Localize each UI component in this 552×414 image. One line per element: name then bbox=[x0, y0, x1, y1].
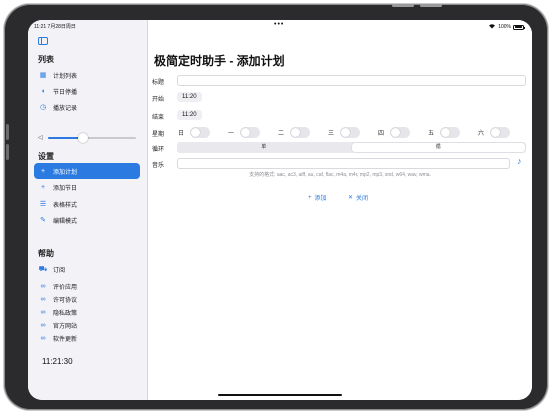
title-input[interactable] bbox=[177, 75, 526, 86]
loop-label: 循环 bbox=[152, 147, 165, 153]
plus-icon: + bbox=[308, 194, 312, 201]
music-note-icon[interactable]: ♪ bbox=[517, 156, 522, 166]
weekday-label: 星期 bbox=[152, 132, 165, 138]
sidebar-item-play-history[interactable]: ◷ 播放记录 bbox=[34, 99, 140, 115]
music-label: 音乐 bbox=[152, 163, 165, 169]
weekday-thu-toggle[interactable] bbox=[390, 127, 411, 138]
start-time-picker[interactable]: 11:20 bbox=[177, 92, 202, 102]
weekday-thu: 四 bbox=[378, 127, 411, 138]
sidebar-toggle-icon[interactable] bbox=[38, 37, 48, 45]
sidebar: 列表 ▦ 计划列表 ◖ 节日停播 ◷ 播放记录 ◁ 设置 + 添加计划 + 添加… bbox=[28, 20, 148, 400]
link-icon: ∞ bbox=[40, 321, 46, 329]
home-indicator[interactable] bbox=[218, 394, 342, 396]
weekday-mon: 一 bbox=[228, 127, 261, 138]
volume-knob[interactable] bbox=[78, 133, 89, 143]
page-title: 极简定时助手 - 添加计划 bbox=[154, 54, 285, 68]
end-label: 结束 bbox=[152, 115, 165, 121]
battery-icon bbox=[513, 24, 525, 30]
plus-icon: + bbox=[40, 167, 46, 175]
volume-slider[interactable]: ◁ bbox=[38, 133, 138, 143]
side-button-hw bbox=[6, 124, 9, 140]
close-button[interactable]: ✕ 关闭 bbox=[348, 193, 368, 202]
sidebar-item-add-holiday[interactable]: + 添加节日 bbox=[34, 179, 140, 195]
sidebar-item-subscribe[interactable]: ⛟ 订阅 bbox=[34, 261, 140, 277]
music-field[interactable] bbox=[177, 158, 510, 169]
main-content: 极简定时助手 - 添加计划 标题 开始 11:20 结束 11:20 星期 日 … bbox=[148, 20, 532, 400]
sidebar-item-holiday-pause[interactable]: ◖ 节日停播 bbox=[34, 83, 140, 99]
weekday-sat-toggle[interactable] bbox=[490, 127, 511, 138]
weekday-fri-toggle[interactable] bbox=[440, 127, 461, 138]
loop-option-single[interactable]: 单 bbox=[177, 142, 351, 153]
status-right: 100% bbox=[488, 23, 525, 31]
start-label: 开始 bbox=[152, 97, 165, 103]
volume-up-button-hw bbox=[392, 4, 414, 7]
weekday-wed-toggle[interactable] bbox=[340, 127, 361, 138]
speaker-icon: ◖ bbox=[40, 87, 46, 95]
link-icon: ∞ bbox=[40, 308, 46, 316]
calendar-icon: ▦ bbox=[39, 71, 47, 79]
title-label: 标题 bbox=[152, 80, 165, 86]
volume-down-button-hw bbox=[420, 4, 442, 7]
weekday-mon-toggle[interactable] bbox=[240, 127, 261, 138]
list-icon: ☰ bbox=[39, 200, 47, 208]
sidebar-clock: 11:21:30 bbox=[42, 357, 73, 366]
cart-icon: ⛟ bbox=[38, 265, 48, 273]
settings-section-title: 设置 bbox=[38, 152, 54, 161]
speaker-volume-icon: ◁ bbox=[38, 135, 43, 141]
sidebar-item-add-plan[interactable]: + 添加计划 bbox=[34, 163, 140, 179]
battery-percent: 100% bbox=[498, 24, 511, 30]
plus-icon: + bbox=[40, 183, 46, 191]
sidebar-item-edit-mode[interactable]: ✎ 编辑模式 bbox=[34, 212, 140, 228]
help-section-title: 帮助 bbox=[38, 249, 54, 258]
weekday-sun-toggle[interactable] bbox=[190, 127, 211, 138]
sidebar-item-table-style[interactable]: ☰ 表格样式 bbox=[34, 196, 140, 212]
link-icon: ∞ bbox=[40, 282, 46, 290]
weekday-sat: 六 bbox=[478, 127, 511, 138]
loop-segmented-control: 单 循 bbox=[177, 142, 526, 153]
weekday-sun: 日 bbox=[178, 127, 211, 138]
multitasking-dots[interactable]: ••• bbox=[274, 21, 284, 28]
screen: 11:21 7月28日周日 ••• 100% 列表 ▦ 计划列表 ◖ 节日停播 bbox=[28, 20, 532, 400]
supported-formats-text: 支持的格式: aac, ac3, aiff, au, caf, flac, m4… bbox=[249, 172, 431, 178]
sidebar-item-update[interactable]: ∞ 软件更新 bbox=[34, 330, 140, 346]
link-icon: ∞ bbox=[40, 334, 46, 342]
pencil-icon: ✎ bbox=[40, 216, 46, 224]
link-icon: ∞ bbox=[40, 295, 46, 303]
weekday-wed: 三 bbox=[328, 127, 361, 138]
weekday-tue-toggle[interactable] bbox=[290, 127, 311, 138]
sidebar-item-plan-list[interactable]: ▦ 计划列表 bbox=[34, 67, 140, 83]
loop-option-repeat[interactable]: 循 bbox=[351, 143, 525, 152]
clock-icon: ◷ bbox=[39, 103, 47, 111]
list-section-title: 列表 bbox=[38, 55, 54, 64]
end-time-picker[interactable]: 11:20 bbox=[177, 110, 202, 120]
ipad-frame: 11:21 7月28日周日 ••• 100% 列表 ▦ 计划列表 ◖ 节日停播 bbox=[4, 4, 548, 410]
wifi-icon bbox=[488, 23, 496, 31]
weekday-fri: 五 bbox=[428, 127, 461, 138]
add-button[interactable]: + 添加 bbox=[308, 193, 327, 203]
status-time: 11:21 7月28日周日 bbox=[34, 24, 76, 30]
weekday-tue: 二 bbox=[278, 127, 311, 138]
side-button-hw-2 bbox=[6, 144, 9, 160]
close-icon: ✕ bbox=[348, 195, 354, 201]
status-bar: 11:21 7月28日周日 ••• 100% bbox=[28, 20, 532, 32]
